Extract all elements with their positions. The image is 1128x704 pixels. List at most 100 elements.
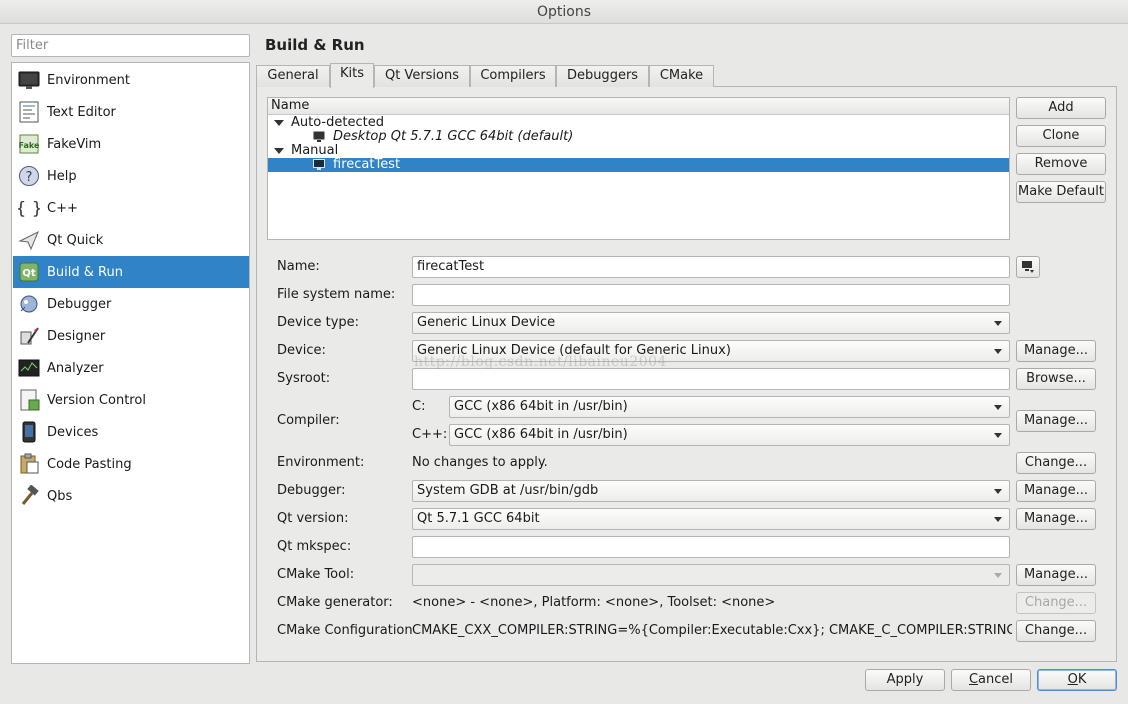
name-field[interactable]: firecatTest	[412, 256, 1010, 278]
remove-kit-button[interactable]: Remove	[1016, 153, 1106, 175]
expand-arrow-icon[interactable]	[274, 120, 284, 126]
cmake-generator-label: CMake generator:	[277, 595, 393, 610]
sidebar-item-code-pasting[interactable]: Code Pasting	[13, 448, 249, 480]
svg-text:{ }: { }	[18, 199, 40, 219]
sidebar-item-build-run[interactable]: Qt Build & Run	[13, 256, 249, 288]
environment-change-button[interactable]: Change...	[1016, 452, 1096, 474]
window-title: Options	[536, 4, 592, 20]
tree-item-firecattest[interactable]: firecatTest	[268, 158, 1009, 172]
chevron-down-icon	[994, 433, 1002, 438]
cpp-braces-icon: { }	[17, 196, 41, 220]
cancel-label-rest: ancel	[978, 672, 1014, 687]
cancel-button[interactable]: Cancel	[951, 669, 1031, 691]
sidebar-item-devices[interactable]: Devices	[13, 416, 249, 448]
compiler-label: Compiler:	[277, 413, 340, 428]
compiler-manage-button[interactable]: Manage...	[1016, 410, 1096, 432]
sidebar-item-qt-quick[interactable]: Qt Quick	[13, 224, 249, 256]
window-titlebar: Options	[0, 0, 1128, 24]
sidebar-item-analyzer[interactable]: Analyzer	[13, 352, 249, 384]
sidebar-item-label: Help	[47, 168, 77, 184]
tree-group-manual[interactable]: Manual	[268, 144, 1009, 158]
tab-compilers[interactable]: Compilers	[470, 65, 556, 87]
tab-qt-versions[interactable]: Qt Versions	[374, 65, 470, 87]
cmake-generator-value: <none> - <none>, Platform: <none>, Tools…	[412, 595, 776, 610]
sidebar-item-environment[interactable]: Environment	[13, 64, 249, 96]
sysroot-field[interactable]	[412, 368, 1010, 390]
kits-tree: Name Auto-detected Desktop Qt 5.7.1 GCC …	[267, 97, 1010, 240]
cmake-tool-combo[interactable]	[412, 564, 1010, 586]
qt-version-combo[interactable]: Qt 5.7.1 GCC 64bit	[412, 508, 1010, 530]
chevron-down-icon	[994, 349, 1002, 354]
qt-version-value: Qt 5.7.1 GCC 64bit	[417, 511, 540, 526]
sidebar-item-designer[interactable]: Designer	[13, 320, 249, 352]
filter-input[interactable]	[11, 34, 250, 57]
sidebar-item-cpp[interactable]: { } C++	[13, 192, 249, 224]
device-type-combo[interactable]: Generic Linux Device	[412, 312, 1010, 334]
sysroot-label: Sysroot:	[277, 371, 331, 386]
device-icon-button[interactable]	[1016, 256, 1040, 278]
tab-cmake[interactable]: CMake	[649, 65, 714, 87]
ok-button[interactable]: OK	[1037, 669, 1117, 691]
compiler-c-label: C:	[412, 399, 426, 414]
sidebar-item-fakevim[interactable]: Fake FakeVim	[13, 128, 249, 160]
device-manage-button[interactable]: Manage...	[1016, 340, 1096, 362]
sidebar-item-label: Qbs	[47, 488, 73, 504]
sidebar-item-label: Text Editor	[47, 104, 116, 120]
add-kit-button[interactable]: Add	[1016, 97, 1106, 119]
cmake-tool-manage-button[interactable]: Manage...	[1016, 564, 1096, 586]
device-value: Generic Linux Device (default for Generi…	[417, 343, 731, 358]
chevron-down-icon	[994, 489, 1002, 494]
monitor-icon	[313, 159, 325, 170]
tab-kits[interactable]: Kits	[330, 63, 374, 88]
tree-item-label: Desktop Qt 5.7.1 GCC 64bit (default)	[333, 129, 574, 144]
cmake-configuration-change-button[interactable]: Change...	[1016, 620, 1096, 642]
sysroot-browse-button[interactable]: Browse...	[1016, 368, 1096, 390]
text-editor-icon	[17, 100, 41, 124]
expand-arrow-icon[interactable]	[274, 148, 284, 154]
tab-debuggers[interactable]: Debuggers	[556, 65, 649, 87]
tree-item-desktop-kit[interactable]: Desktop Qt 5.7.1 GCC 64bit (default)	[268, 130, 1009, 144]
debugger-combo[interactable]: System GDB at /usr/bin/gdb	[412, 480, 1010, 502]
sidebar-item-label: Devices	[47, 424, 99, 440]
svg-text:?: ?	[26, 170, 33, 185]
sidebar-item-qbs[interactable]: Qbs	[13, 480, 249, 512]
debugger-label: Debugger:	[277, 483, 346, 498]
compiler-c-combo[interactable]: GCC (x86 64bit in /usr/bin)	[449, 396, 1010, 418]
compiler-cpp-combo[interactable]: GCC (x86 64bit in /usr/bin)	[449, 424, 1010, 446]
ok-mnemonic: O	[1067, 672, 1078, 687]
sidebar-item-version-control[interactable]: Version Control	[13, 384, 249, 416]
name-label: Name:	[277, 259, 320, 274]
cmake-generator-change-button[interactable]: Change...	[1016, 592, 1096, 614]
clone-kit-button[interactable]: Clone	[1016, 125, 1106, 147]
debugger-manage-button[interactable]: Manage...	[1016, 480, 1096, 502]
qt-mkspec-field[interactable]	[412, 536, 1010, 558]
cmake-configuration-value: CMAKE_CXX_COMPILER:STRING=%{Compiler:Exe…	[412, 623, 1012, 638]
debugger-icon	[17, 292, 41, 316]
ok-label-rest: K	[1077, 672, 1087, 687]
category-list: Environment Text Editor Fake FakeVim ? H…	[11, 62, 250, 664]
qt-version-manage-button[interactable]: Manage...	[1016, 508, 1096, 530]
device-type-value: Generic Linux Device	[417, 315, 556, 330]
page-title: Build & Run	[265, 36, 365, 54]
devices-icon	[17, 420, 41, 444]
sidebar-item-label: Environment	[47, 72, 131, 88]
device-combo[interactable]: Generic Linux Device (default for Generi…	[412, 340, 1010, 362]
monitor-icon	[17, 68, 41, 92]
file-system-name-field[interactable]	[412, 284, 1010, 306]
cmake-configuration-label: CMake Configuration	[277, 623, 413, 638]
help-icon: ?	[17, 164, 41, 188]
tree-header-name[interactable]: Name	[268, 98, 1009, 115]
apply-button[interactable]: Apply	[865, 669, 945, 691]
device-label: Device:	[277, 343, 326, 358]
chevron-down-icon	[994, 573, 1002, 578]
sidebar-item-debugger[interactable]: Debugger	[13, 288, 249, 320]
sidebar-item-help[interactable]: ? Help	[13, 160, 249, 192]
svg-text:Fake: Fake	[19, 141, 40, 150]
tab-general[interactable]: General	[256, 65, 330, 87]
version-control-icon	[17, 388, 41, 412]
sidebar-item-text-editor[interactable]: Text Editor	[13, 96, 249, 128]
tree-group-auto-detected[interactable]: Auto-detected	[268, 116, 1009, 130]
make-default-button[interactable]: Make Default	[1016, 181, 1106, 203]
sidebar-item-label: FakeVim	[47, 136, 102, 152]
sidebar-item-label: Qt Quick	[47, 232, 104, 248]
